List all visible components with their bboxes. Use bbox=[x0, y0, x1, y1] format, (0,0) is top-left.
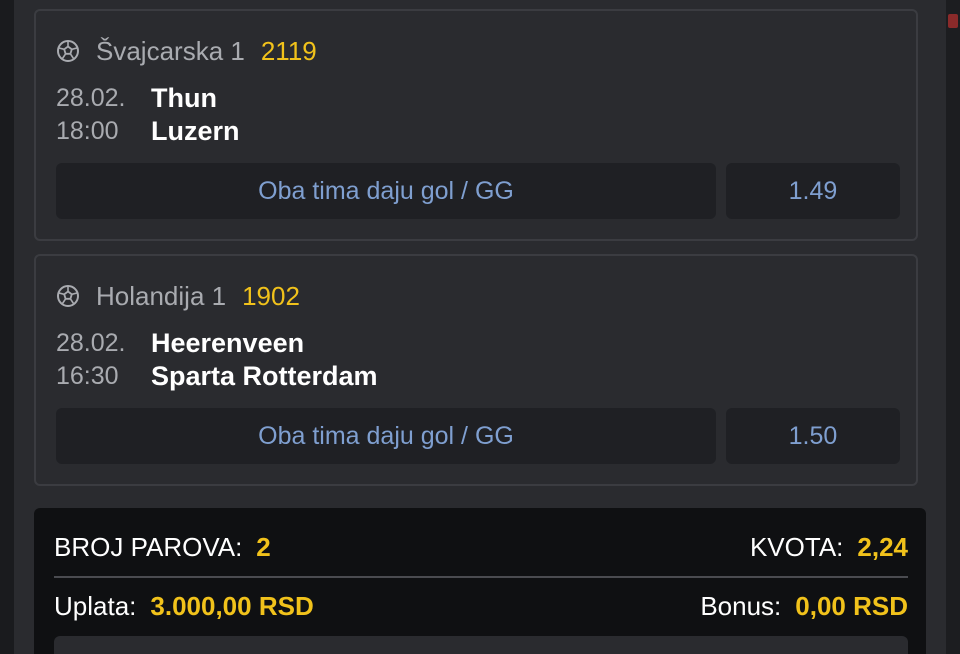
odd-button[interactable]: 1.49 bbox=[726, 163, 900, 219]
pick-button[interactable]: Oba tima daju gol / GG bbox=[56, 163, 716, 219]
match-code: 2119 bbox=[260, 35, 317, 66]
total-odds: KVOTA: 2,24 bbox=[750, 532, 908, 563]
bet-card: Holandija 1 1902 28.02. Heerenveen 16:30… bbox=[34, 254, 918, 486]
stake: Uplata: 3.000,00 RSD bbox=[54, 591, 314, 622]
match-time: 16:30 bbox=[56, 361, 119, 390]
home-team: Heerenveen bbox=[151, 327, 305, 358]
match-row-home: 28.02. Thun bbox=[56, 81, 217, 115]
match-date: 28.02. bbox=[56, 328, 126, 357]
ticket-summary: BROJ PAROVA: 2 KVOTA: 2,24 Uplata: 3.000… bbox=[34, 508, 926, 654]
summary-row-stake-bonus: Uplata: 3.000,00 RSD Bonus: 0,00 RSD bbox=[54, 588, 908, 624]
pick-button[interactable]: Oba tima daju gol / GG bbox=[56, 408, 716, 464]
right-background-strip bbox=[946, 0, 960, 654]
soccer-ball-icon bbox=[57, 40, 79, 62]
pairs-count: BROJ PAROVA: 2 bbox=[54, 532, 271, 563]
bonus: Bonus: 0,00 RSD bbox=[700, 591, 908, 622]
match-time: 18:00 bbox=[56, 116, 119, 145]
stake-label: Uplata: bbox=[54, 590, 137, 621]
home-team: Thun bbox=[151, 82, 217, 113]
pairs-label: BROJ PAROVA: bbox=[54, 531, 243, 562]
pairs-value: 2 bbox=[256, 531, 271, 562]
odds-label: KVOTA: bbox=[749, 531, 844, 562]
league-name: Holandija 1 bbox=[96, 280, 227, 311]
bonus-label: Bonus: bbox=[700, 590, 782, 621]
odd-button[interactable]: 1.50 bbox=[726, 408, 900, 464]
summary-divider bbox=[54, 576, 908, 578]
notification-marker bbox=[948, 14, 958, 28]
league-name: Švajcarska 1 bbox=[96, 35, 245, 66]
promo-field[interactable] bbox=[54, 636, 908, 654]
bet-card: Švajcarska 1 2119 28.02. Thun 18:00 Luze… bbox=[34, 9, 918, 241]
away-team: Luzern bbox=[151, 115, 240, 146]
match-row-away: 16:30 Sparta Rotterdam bbox=[56, 359, 378, 393]
stake-value: 3.000,00 RSD bbox=[150, 590, 314, 621]
bonus-value: 0,00 RSD bbox=[795, 590, 908, 621]
odds-value: 2,24 bbox=[857, 531, 908, 562]
away-team: Sparta Rotterdam bbox=[151, 360, 378, 391]
soccer-ball-icon bbox=[57, 285, 79, 307]
left-background-strip bbox=[0, 0, 14, 654]
match-code: 1902 bbox=[242, 280, 300, 311]
league-header: Švajcarska 1 2119 bbox=[56, 33, 317, 69]
match-row-home: 28.02. Heerenveen bbox=[56, 326, 304, 360]
match-row-away: 18:00 Luzern bbox=[56, 114, 240, 148]
match-date: 28.02. bbox=[56, 83, 126, 112]
league-header: Holandija 1 1902 bbox=[56, 278, 300, 314]
summary-row-pairs-odds: BROJ PAROVA: 2 KVOTA: 2,24 bbox=[54, 529, 908, 565]
ticket-screen: Švajcarska 1 2119 28.02. Thun 18:00 Luze… bbox=[0, 0, 960, 654]
